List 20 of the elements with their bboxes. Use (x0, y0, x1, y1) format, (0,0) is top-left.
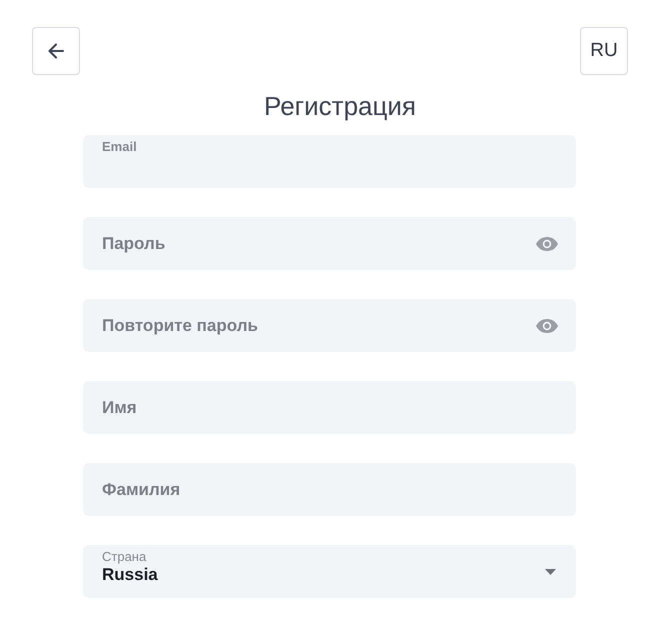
country-select[interactable]: Страна Russia (83, 545, 576, 598)
field-label: Email (102, 138, 138, 154)
input-field[interactable]: Пароль (83, 217, 576, 270)
eye-icon[interactable] (535, 318, 559, 334)
eye-icon[interactable] (535, 236, 559, 252)
back-arrow-icon (46, 41, 66, 61)
field-label: Фамилия (102, 480, 182, 500)
input-field[interactable]: Повторите пароль (83, 299, 576, 352)
page-title: Регистрация (263, 90, 417, 123)
input-field[interactable]: Имя (83, 381, 576, 434)
input-field[interactable]: Фамилия (83, 463, 576, 516)
input-field[interactable]: Email (83, 135, 576, 188)
back-button[interactable] (32, 27, 80, 75)
language-button[interactable]: RU (580, 27, 628, 75)
field-label: Повторите пароль (102, 316, 259, 336)
caret-icon (545, 568, 556, 574)
field-label: Пароль (102, 234, 166, 254)
field-value: Russia (102, 564, 159, 584)
field-label: Имя (102, 398, 138, 418)
field-label: Страна (102, 548, 148, 564)
